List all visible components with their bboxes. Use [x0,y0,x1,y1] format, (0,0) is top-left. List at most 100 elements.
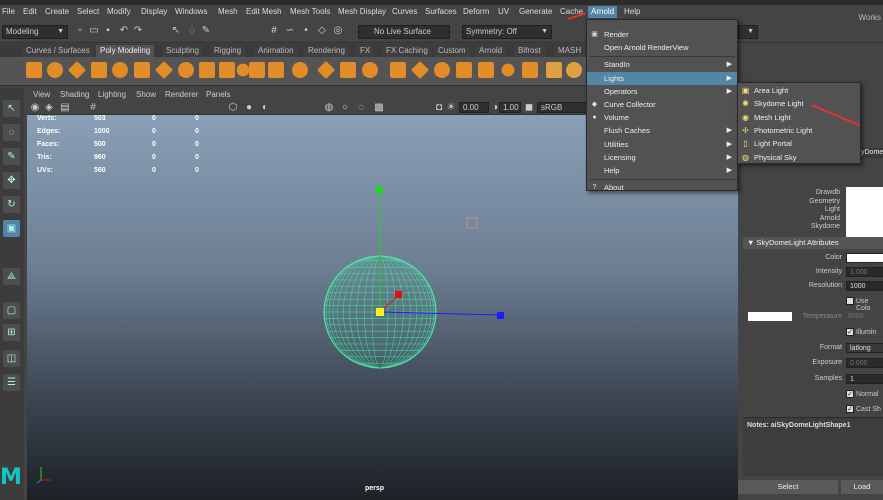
color-management-icon[interactable]: ◼ [523,102,535,114]
arnold-menu-operators[interactable]: Operators ▶ [587,85,737,98]
snap-grid-icon[interactable]: # [268,25,280,37]
viewport-menu-lighting[interactable]: Lighting [98,90,126,99]
cone-icon[interactable] [91,62,107,78]
snap-curve-icon[interactable]: ∽ [284,25,296,37]
tab-rigging[interactable]: Rigging [210,45,246,57]
samples-field[interactable]: 1 [846,374,883,384]
lights-menu-light-portal[interactable]: ▯ Light Portal [738,137,860,150]
pyramid-icon[interactable] [199,62,215,78]
redo-icon[interactable]: ↷ [132,25,144,37]
svg-icon[interactable] [362,62,378,78]
bridge-icon[interactable] [410,60,430,80]
aa-icon[interactable]: ◌ [355,102,367,114]
paint-select-icon[interactable]: ✎ [3,148,20,165]
viewport-menu-renderer[interactable]: Renderer [165,90,198,99]
exposure-field[interactable]: 0.000 [846,358,883,368]
gamma-field[interactable]: 1.00 [499,102,521,113]
two-pane-layout-icon[interactable]: ◫ [3,350,20,367]
ao-icon[interactable]: ○ [339,102,351,114]
move-tool-icon[interactable]: ✥ [3,172,20,189]
menu-display[interactable]: Display [141,7,167,16]
color-swatch[interactable] [846,253,883,263]
symmetry-selector[interactable]: Symmetry: Off ▼ [462,25,552,39]
menu-modify[interactable]: Modify [107,7,131,16]
platonic-icon[interactable] [178,62,194,78]
tab-bifrost[interactable]: Bifrost [514,45,545,57]
exposure-field[interactable]: 0.00 [459,102,489,113]
torus-icon[interactable] [112,62,128,78]
load-button[interactable]: Load [841,480,883,494]
menu-mesh[interactable]: Mesh [218,7,238,16]
menu-file[interactable]: File [2,7,15,16]
tab-sculpting[interactable]: Sculpting [162,45,203,57]
last-tool-icon[interactable]: ⟁ [3,268,20,285]
smooth-shade-icon[interactable]: ● [243,102,255,114]
rotate-tool-icon[interactable]: ↻ [3,196,20,213]
save-icon[interactable]: ▪ [102,25,114,37]
manipulator-center-handle[interactable] [376,308,384,316]
four-pane-layout-icon[interactable]: ⊞ [3,324,20,341]
tab-custom[interactable]: Custom [434,45,470,57]
menu-help[interactable]: Help [624,7,640,16]
menu-mesh-tools[interactable]: Mesh Tools [290,7,330,16]
viewport-menu-view[interactable]: View [33,90,50,99]
combine-icon[interactable] [456,62,472,78]
section-header[interactable]: ▼ SkyDomeLight Attributes [743,237,883,249]
plane-icon[interactable] [134,62,150,78]
live-surface-field[interactable]: No Live Surface [358,25,450,39]
menu-curves[interactable]: Curves [392,7,417,16]
fill-hole-icon[interactable] [522,62,538,78]
textured-icon[interactable]: ◐ [259,102,271,114]
tab-poly-modeling[interactable]: Poly Modeling [96,45,155,57]
tab-rendering[interactable]: Rendering [304,45,349,57]
arnold-menu-volume[interactable]: ● Volume [587,111,737,124]
menu-mesh-display[interactable]: Mesh Display [338,7,386,16]
menu-windows[interactable]: Windows [175,7,207,16]
menu-deform[interactable]: Deform [463,7,489,16]
tab-fx[interactable]: FX [356,45,375,57]
menu-create[interactable]: Create [45,7,69,16]
lasso-tool-icon[interactable]: ◌ [3,124,20,141]
exposure-icon[interactable]: ☀ [445,102,457,114]
arnold-menu-standin[interactable]: StandIn ▶ [587,58,737,71]
arnold-menu-lights[interactable]: Lights ▶ [587,71,737,85]
text-icon[interactable] [340,62,356,78]
tab-arnold[interactable]: Arnold [475,45,507,57]
outliner-layout-icon[interactable]: ☰ [3,374,20,391]
snap-point-icon[interactable]: • [300,25,312,37]
arnold-menu-flush-caches[interactable]: Flush Caches ▶ [587,124,737,137]
select-button[interactable]: Select [738,480,838,494]
attr-tab[interactable]: yDome [858,148,883,158]
use-color-temp-checkbox[interactable] [846,297,854,305]
smooth-icon[interactable] [498,60,518,80]
arnold-menu-render[interactable]: ▣ Render [587,28,737,41]
tab-fx-caching[interactable]: FX Caching [382,45,432,57]
viewport-menu-shading[interactable]: Shading [60,90,89,99]
bevel-icon[interactable] [390,62,406,78]
scale-tool-icon[interactable]: ▣ [3,220,20,237]
shadows-icon[interactable]: ◍ [323,102,335,114]
undo-icon[interactable]: ↶ [118,25,130,37]
illuminates-checkbox[interactable]: ✓ [846,328,854,336]
colorspace-selector[interactable]: sRGB gamma [537,102,587,113]
lights-menu-photometric-light[interactable]: ✢ Photometric Light [738,124,860,137]
isolate-icon[interactable]: ▩ [373,102,385,114]
single-layout-icon[interactable]: ▢ [3,302,20,319]
mode-selector[interactable]: Modeling ▼ [2,25,68,39]
multi-cut-icon[interactable] [546,62,562,78]
separate-icon[interactable] [478,62,494,78]
lasso-icon[interactable]: ◌ [186,25,198,37]
bookmark-icon[interactable]: ◈ [43,102,55,114]
cube-icon[interactable] [47,62,63,78]
viewport-menu-show[interactable]: Show [136,90,156,99]
image-plane-icon[interactable]: ▤ [59,102,71,114]
manipulator-x-handle[interactable] [395,291,402,298]
tab-mash[interactable]: MASH [554,45,586,57]
helix-icon[interactable] [249,62,265,78]
cast-shadows-checkbox[interactable]: ✓ [846,405,854,413]
manipulator-z-handle[interactable] [497,312,504,319]
arnold-menu-about[interactable]: ? About [587,181,737,194]
select-icon[interactable]: ↖ [170,25,182,37]
select-tool-icon[interactable]: ↖ [3,100,20,117]
grid-icon[interactable]: # [87,102,99,114]
